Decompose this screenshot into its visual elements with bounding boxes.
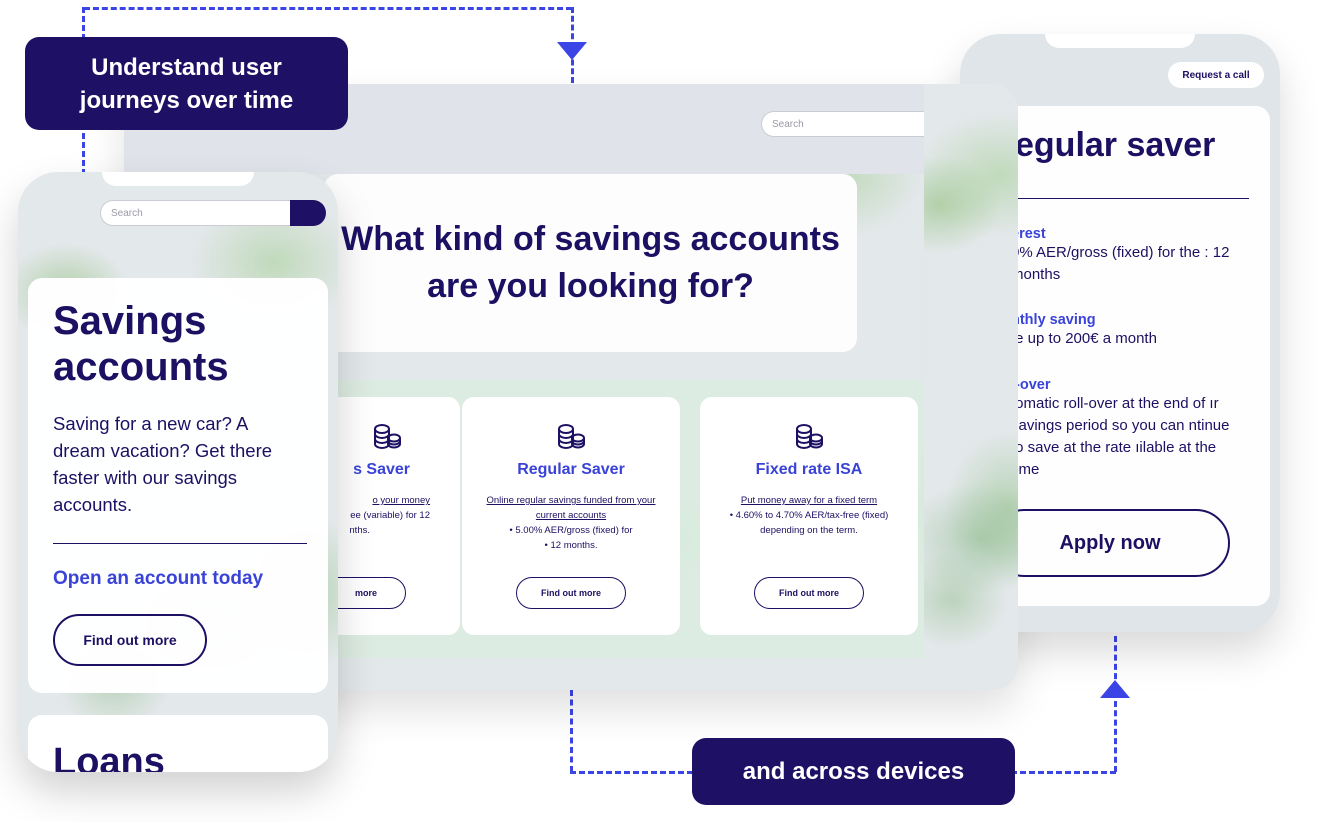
find-out-more-button[interactable]: Find out more — [754, 577, 864, 609]
divider — [53, 543, 307, 544]
section-title: l-over — [1011, 377, 1051, 393]
hero-title: What kind of savings accounts are you lo… — [324, 174, 857, 352]
savings-accounts-card: Savings accounts Saving for a new car? A… — [28, 278, 328, 693]
card-desc-link[interactable]: Put money away for a fixed term — [741, 495, 877, 506]
section-title: nthly saving — [1011, 312, 1096, 328]
card-bullet: 4.60% to 4.70% AER/tax-free (fixed) depe… — [735, 510, 889, 536]
card-description: Put money away for a fixed term • 4.60% … — [729, 495, 889, 536]
apply-now-button[interactable]: Apply now — [990, 509, 1230, 577]
mobile-screen-left: Search Savings accounts Saving for a new… — [18, 172, 338, 772]
callout-across-devices: and across devices — [692, 738, 1015, 805]
section-body: :omatic roll-over at the end of ır savin… — [1011, 395, 1230, 478]
phone-notch — [102, 172, 254, 186]
mobile-search[interactable]: Search — [100, 200, 326, 226]
coins-icon — [556, 423, 586, 451]
connector-top-line — [84, 7, 572, 10]
section-body: Saving for a new car? A dream vacation? … — [53, 413, 273, 515]
section-title: erest — [1011, 226, 1046, 242]
account-cards-panel: s Saver o your money ee (variable) for 1… — [242, 380, 938, 658]
section-body: /e up to 200€ a month — [1011, 330, 1157, 347]
section-title: Savings accounts — [53, 299, 229, 389]
callout-user-journeys: Understand user journeys over time — [25, 37, 348, 130]
loans-card: Loans — [28, 715, 328, 772]
account-card-fixed-rate-isa: Fixed rate ISA Put money away for a fixe… — [700, 397, 918, 635]
card-title: Regular Saver — [517, 461, 625, 478]
section-body: 0% AER/gross (fixed) for the : 12 months — [1011, 244, 1230, 283]
account-card-regular-saver: Regular Saver Online regular savings fun… — [462, 397, 680, 635]
connector-bottom-left-line — [570, 690, 573, 772]
find-out-more-button[interactable]: Find out more — [516, 577, 626, 609]
desktop-screen-edge — [924, 84, 1018, 690]
card-title: Fixed rate ISA — [755, 461, 863, 478]
detail-section-interest: erest 0% AER/gross (fixed) for the : 12 … — [1011, 226, 1241, 286]
card-description: Online regular savings funded from your … — [486, 495, 656, 551]
request-call-button[interactable]: Request a call — [1168, 62, 1264, 88]
card-bullet: 12 months. — [550, 540, 598, 551]
divider — [1015, 198, 1249, 199]
open-account-link[interactable]: Open an account today — [53, 568, 263, 590]
loans-title: Loans — [53, 741, 165, 772]
arrow-up-icon — [1100, 680, 1130, 698]
connector-bottom-right-line — [1114, 636, 1117, 772]
coins-icon — [794, 423, 824, 451]
card-desc-link[interactable]: Online regular savings funded from your … — [487, 495, 656, 521]
product-title: egular saver — [1015, 126, 1216, 164]
mobile-search-input[interactable]: Search — [100, 200, 290, 226]
detail-section-rollover: l-over :omatic roll-over at the end of ı… — [1011, 377, 1231, 481]
mobile-search-button[interactable] — [290, 200, 326, 226]
detail-section-monthly: nthly saving /e up to 200€ a month — [1011, 312, 1241, 350]
find-out-more-button[interactable]: Find out more — [53, 614, 207, 666]
desktop-search-input[interactable]: Search — [761, 111, 951, 137]
arrow-down-icon — [557, 42, 587, 60]
phone-notch — [1045, 34, 1195, 48]
coins-icon — [372, 423, 402, 451]
card-bullet: 5.00% AER/gross (fixed) for — [515, 525, 633, 536]
card-desc-line[interactable]: o your money — [372, 495, 430, 506]
